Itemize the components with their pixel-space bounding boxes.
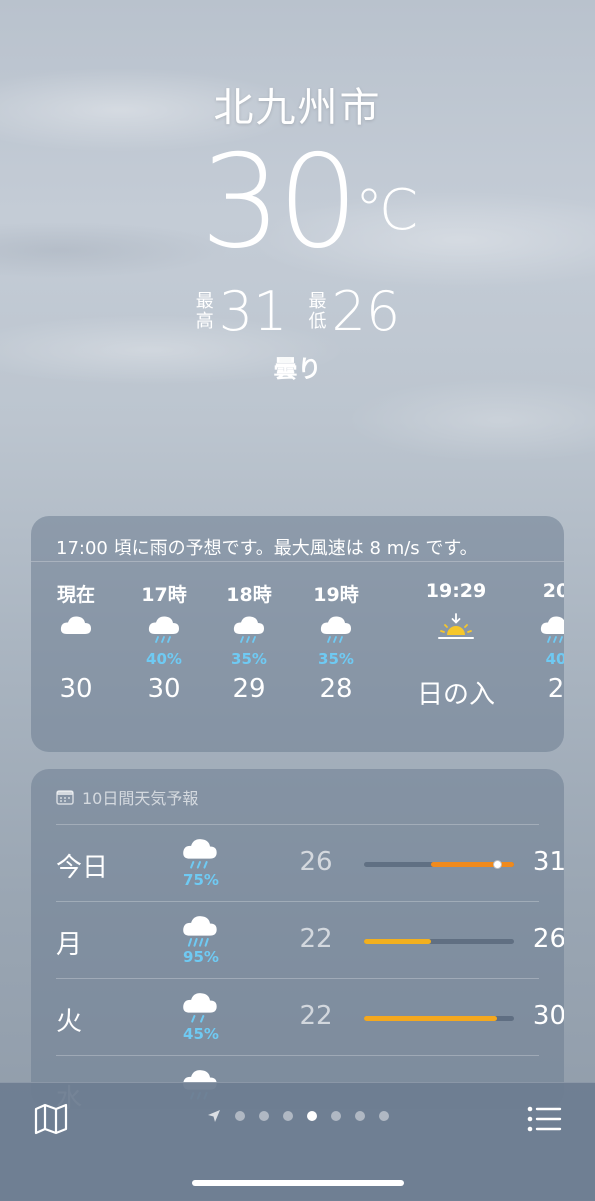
ten-day-header: 10日間天気予報 <box>56 769 539 825</box>
page-dot[interactable] <box>258 1111 269 1121</box>
hour-precip: 35% <box>231 650 267 668</box>
hour-value: 2 <box>547 674 564 704</box>
low-temp: 最低 26 <box>308 280 401 343</box>
day-precip: 95% <box>183 948 219 966</box>
calendar-icon <box>56 789 74 805</box>
ten-day-title: 10日間天気予報 <box>82 788 199 808</box>
rain-cloud-icon <box>231 612 267 644</box>
day-row[interactable]: 月 95% 22 26 <box>56 902 564 979</box>
high-low: 最高 31 最低 26 <box>0 280 595 343</box>
current-weather: 北九州市 30 °C 最高 31 最低 26 曇り <box>0 75 595 384</box>
hour-time: 19:29 <box>425 580 487 602</box>
ten-day-forecast-card[interactable]: 10日間天気予報 今日75%2631月95%2226火45%2230水 <box>31 769 564 1109</box>
hour-time: 17時 <box>141 584 187 606</box>
hourly-scroll[interactable]: 現在 30 17時 40% 30 18時 35% 29 19時 35% 28 19:29 日の入 20 40… <box>31 562 564 752</box>
hour-time: 20 <box>542 580 564 602</box>
rain-cloud-icon <box>146 612 182 644</box>
page-dot[interactable] <box>354 1111 365 1121</box>
day-high: 30 <box>532 1001 564 1031</box>
city-name: 北九州市 <box>213 85 382 131</box>
hour-time: 19時 <box>313 584 359 606</box>
day-high: 31 <box>532 847 564 877</box>
day-low: 26 <box>299 847 333 877</box>
sunset-icon <box>436 612 474 644</box>
temp-range-fill <box>364 1016 498 1021</box>
condition-text: 曇り <box>273 355 322 383</box>
bottom-toolbar <box>0 1082 595 1201</box>
hour-value: 30 <box>59 674 93 704</box>
day-low: 22 <box>299 1001 333 1031</box>
rain-cloud-icon <box>180 834 220 870</box>
rain-cloud-icon <box>538 612 564 644</box>
day-label: 月 <box>56 930 83 960</box>
temperature-value: 30 °C <box>200 128 418 277</box>
page-dot[interactable] <box>234 1111 245 1121</box>
rain-cloud-icon <box>318 612 354 644</box>
current-temperature: 30 °C <box>0 135 595 270</box>
day-row[interactable]: 今日 75% 26 31 <box>56 825 564 902</box>
forecast-summary: 17:00 頃に雨の予想です。最大風速は 8 m/s です。 <box>31 516 564 562</box>
day-list: 今日75%2631月95%2226火45%2230水 <box>31 825 564 1109</box>
hour-precip: 40% <box>146 650 182 668</box>
page-indicator[interactable] <box>0 1109 595 1123</box>
hour-value: 28 <box>319 674 353 704</box>
heavy-rain-cloud-icon <box>180 911 220 947</box>
hour-value: 30 <box>147 674 181 704</box>
day-label: 今日 <box>56 853 109 883</box>
low-label: 最低 <box>308 290 327 332</box>
page-dot[interactable] <box>306 1111 317 1121</box>
page-dot[interactable] <box>378 1111 389 1121</box>
temp-range-bar <box>364 1016 514 1021</box>
temperature-unit: °C <box>354 178 418 243</box>
day-high: 26 <box>532 924 564 954</box>
hour-value: 日の入 <box>416 680 495 710</box>
location-arrow-icon[interactable] <box>207 1109 221 1123</box>
day-precip: 75% <box>183 871 219 889</box>
high-temp: 最高 31 <box>195 280 288 343</box>
temp-range-fill <box>364 939 431 944</box>
day-low: 22 <box>299 924 333 954</box>
list-icon[interactable] <box>526 1103 562 1135</box>
hour-time: 現在 <box>56 584 95 606</box>
hour-precip: 35% <box>318 650 354 668</box>
hour-time: 18時 <box>226 584 272 606</box>
cloud-icon <box>58 612 94 644</box>
hour-value: 29 <box>232 674 266 704</box>
hourly-forecast-card[interactable]: 17:00 頃に雨の予想です。最大風速は 8 m/s です。 現在 30 17時 40… <box>31 516 564 752</box>
day-label: 火 <box>56 1007 83 1037</box>
page-dot[interactable] <box>282 1111 293 1121</box>
high-label: 最高 <box>195 290 214 332</box>
current-temp-marker <box>492 860 502 869</box>
hour-precip: 40 <box>545 650 564 668</box>
day-precip: 45% <box>183 1025 219 1043</box>
home-indicator[interactable] <box>192 1180 404 1186</box>
page-dot[interactable] <box>330 1111 341 1121</box>
low-value: 26 <box>331 280 401 343</box>
day-row[interactable]: 火 45% 22 30 <box>56 979 564 1056</box>
sun-rain-cloud-icon <box>180 988 220 1024</box>
temp-range-bar <box>364 939 514 944</box>
high-value: 31 <box>218 280 288 343</box>
temp-range-bar <box>364 860 514 869</box>
